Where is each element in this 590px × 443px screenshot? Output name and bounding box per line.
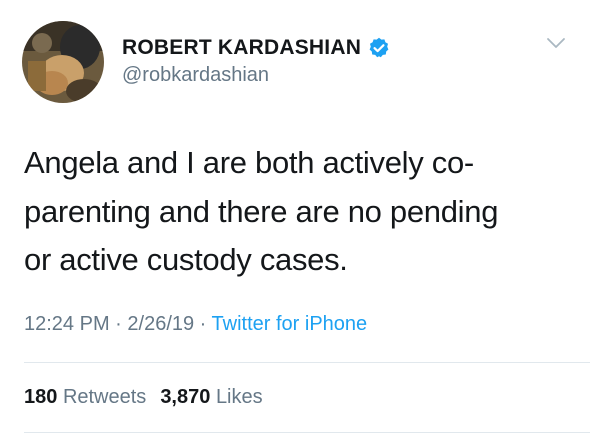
retweets-count: 180 bbox=[24, 386, 58, 408]
divider bbox=[24, 362, 590, 363]
tweet-text-line: or active custody cases. bbox=[24, 242, 348, 277]
tweet-text-line: Angela and I are both actively co- bbox=[24, 145, 474, 180]
retweets-label: Retweets bbox=[62, 386, 147, 408]
source-link[interactable]: Twitter for iPhone bbox=[212, 313, 368, 335]
likes-label: Likes bbox=[215, 386, 263, 408]
tweet-stats: 180 Retweets 3,870 Likes bbox=[24, 386, 263, 409]
divider bbox=[24, 432, 590, 433]
verified-badge-icon bbox=[368, 37, 390, 59]
display-name[interactable]: ROBERT KARDASHIAN bbox=[122, 36, 361, 60]
tweet-card: ROBERT KARDASHIAN @robkardashian Angela … bbox=[0, 0, 590, 443]
likes-count: 3,870 bbox=[160, 386, 211, 408]
meta-separator: · bbox=[109, 313, 128, 335]
retweets-stat[interactable]: 180 Retweets bbox=[24, 386, 146, 408]
likes-stat[interactable]: 3,870 Likes bbox=[160, 386, 262, 408]
timestamp-date[interactable]: 2/26/19 bbox=[127, 313, 194, 335]
avatar[interactable] bbox=[22, 21, 104, 103]
handle[interactable]: @robkardashian bbox=[122, 64, 269, 87]
tweet-text-line: parenting and there are no pending bbox=[24, 193, 499, 229]
tweet-text: Angela and I are both actively co- paren… bbox=[24, 139, 564, 285]
chevron-down-icon[interactable] bbox=[546, 36, 566, 50]
meta-separator: · bbox=[194, 313, 212, 335]
timestamp-time[interactable]: 12:24 PM bbox=[24, 313, 110, 335]
tweet-meta: 12:24 PM · 2/26/19 · Twitter for iPhone bbox=[24, 313, 367, 336]
author-name-row[interactable]: ROBERT KARDASHIAN bbox=[122, 36, 390, 60]
